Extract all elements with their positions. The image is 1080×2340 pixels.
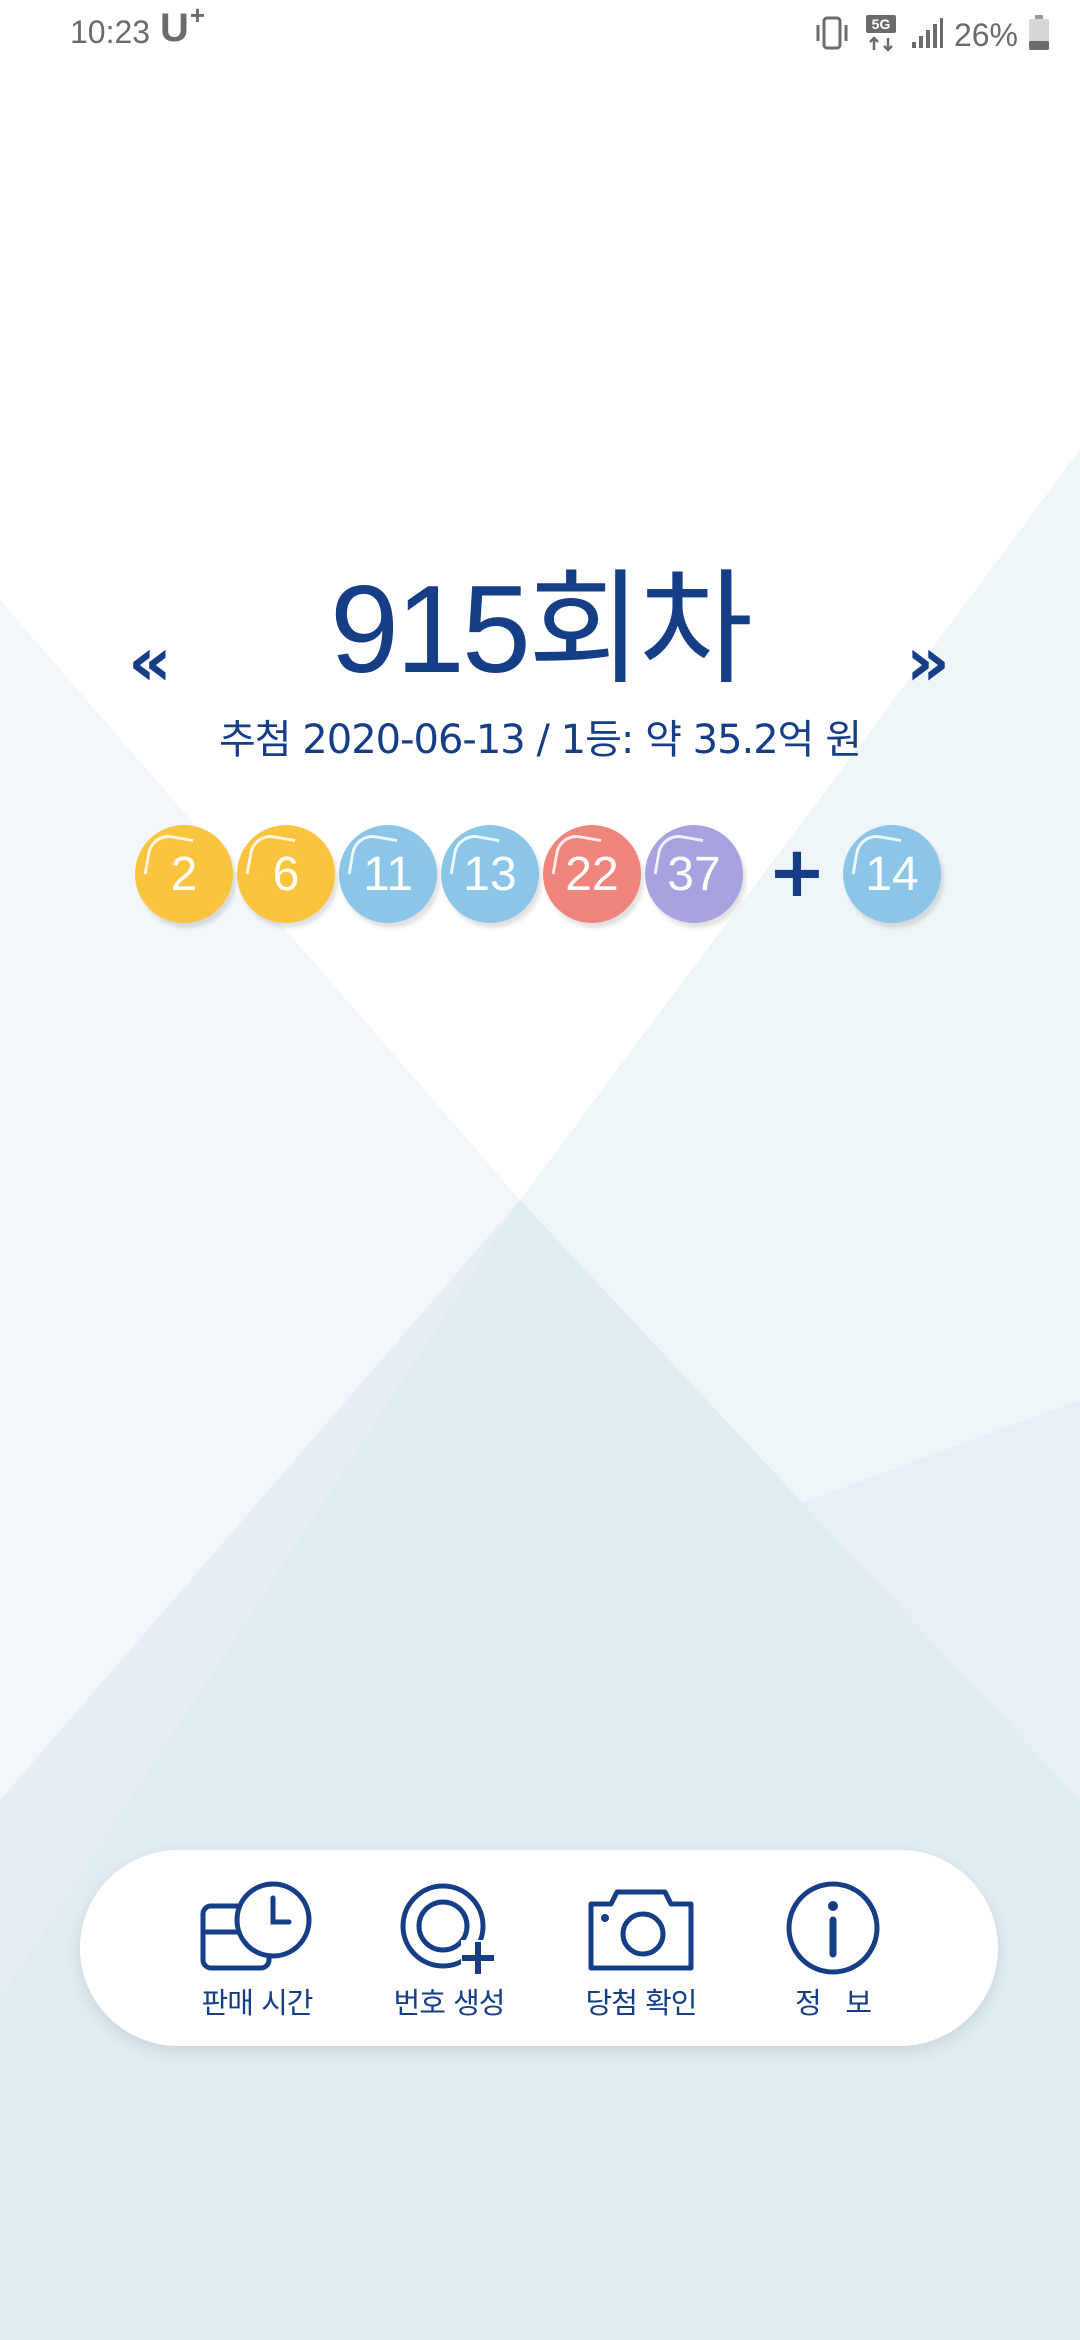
bonus-ball: 14 [843,825,941,923]
menu-label: 판매 시간 [201,1986,314,2020]
number-ball: 2 [135,825,233,923]
menu-sales-time[interactable]: 판매 시간 [172,1880,342,2020]
clock-calendar-icon [200,1881,312,1971]
bottom-menu: 판매 시간 번호 생성 당첨 확인 정 보 [80,1850,998,2046]
svg-text:5G: 5G [872,16,891,32]
number-ball: 11 [339,825,437,923]
battery-percent: 26% [953,16,1018,53]
menu-label: 당첨 확인 [585,1986,698,2020]
menu-label: 정 보 [794,1986,872,2020]
menu-label: 번호 생성 [393,1986,506,2020]
menu-number-generate[interactable]: 번호 생성 [364,1880,534,2020]
signal-icon [910,16,944,55]
5g-icon: 5G [864,14,898,57]
carrier-logo: U+ [160,0,206,50]
info-icon [786,1881,880,1975]
next-round-button[interactable]: » [898,628,958,698]
menu-check-winning[interactable]: 당첨 확인 [556,1880,726,2020]
plus-sign: + [767,831,827,913]
battery-icon [1028,14,1050,56]
add-circle-icon [400,1883,495,1974]
vibrate-icon [812,15,852,56]
number-ball: 6 [237,825,335,923]
status-bar: 10:23 U+ 5G 26% [0,0,1080,70]
draw-info: 추첨 2020-06-13 / 1등: 약 35.2억 원 [218,717,862,763]
status-time: 10:23 [70,14,151,50]
status-icons: 5G 26% [800,12,1050,58]
menu-info[interactable]: 정 보 [748,1880,918,2020]
camera-icon [588,1889,694,1971]
number-ball: 22 [543,825,641,923]
number-ball: 37 [645,825,743,923]
number-ball: 13 [441,825,539,923]
